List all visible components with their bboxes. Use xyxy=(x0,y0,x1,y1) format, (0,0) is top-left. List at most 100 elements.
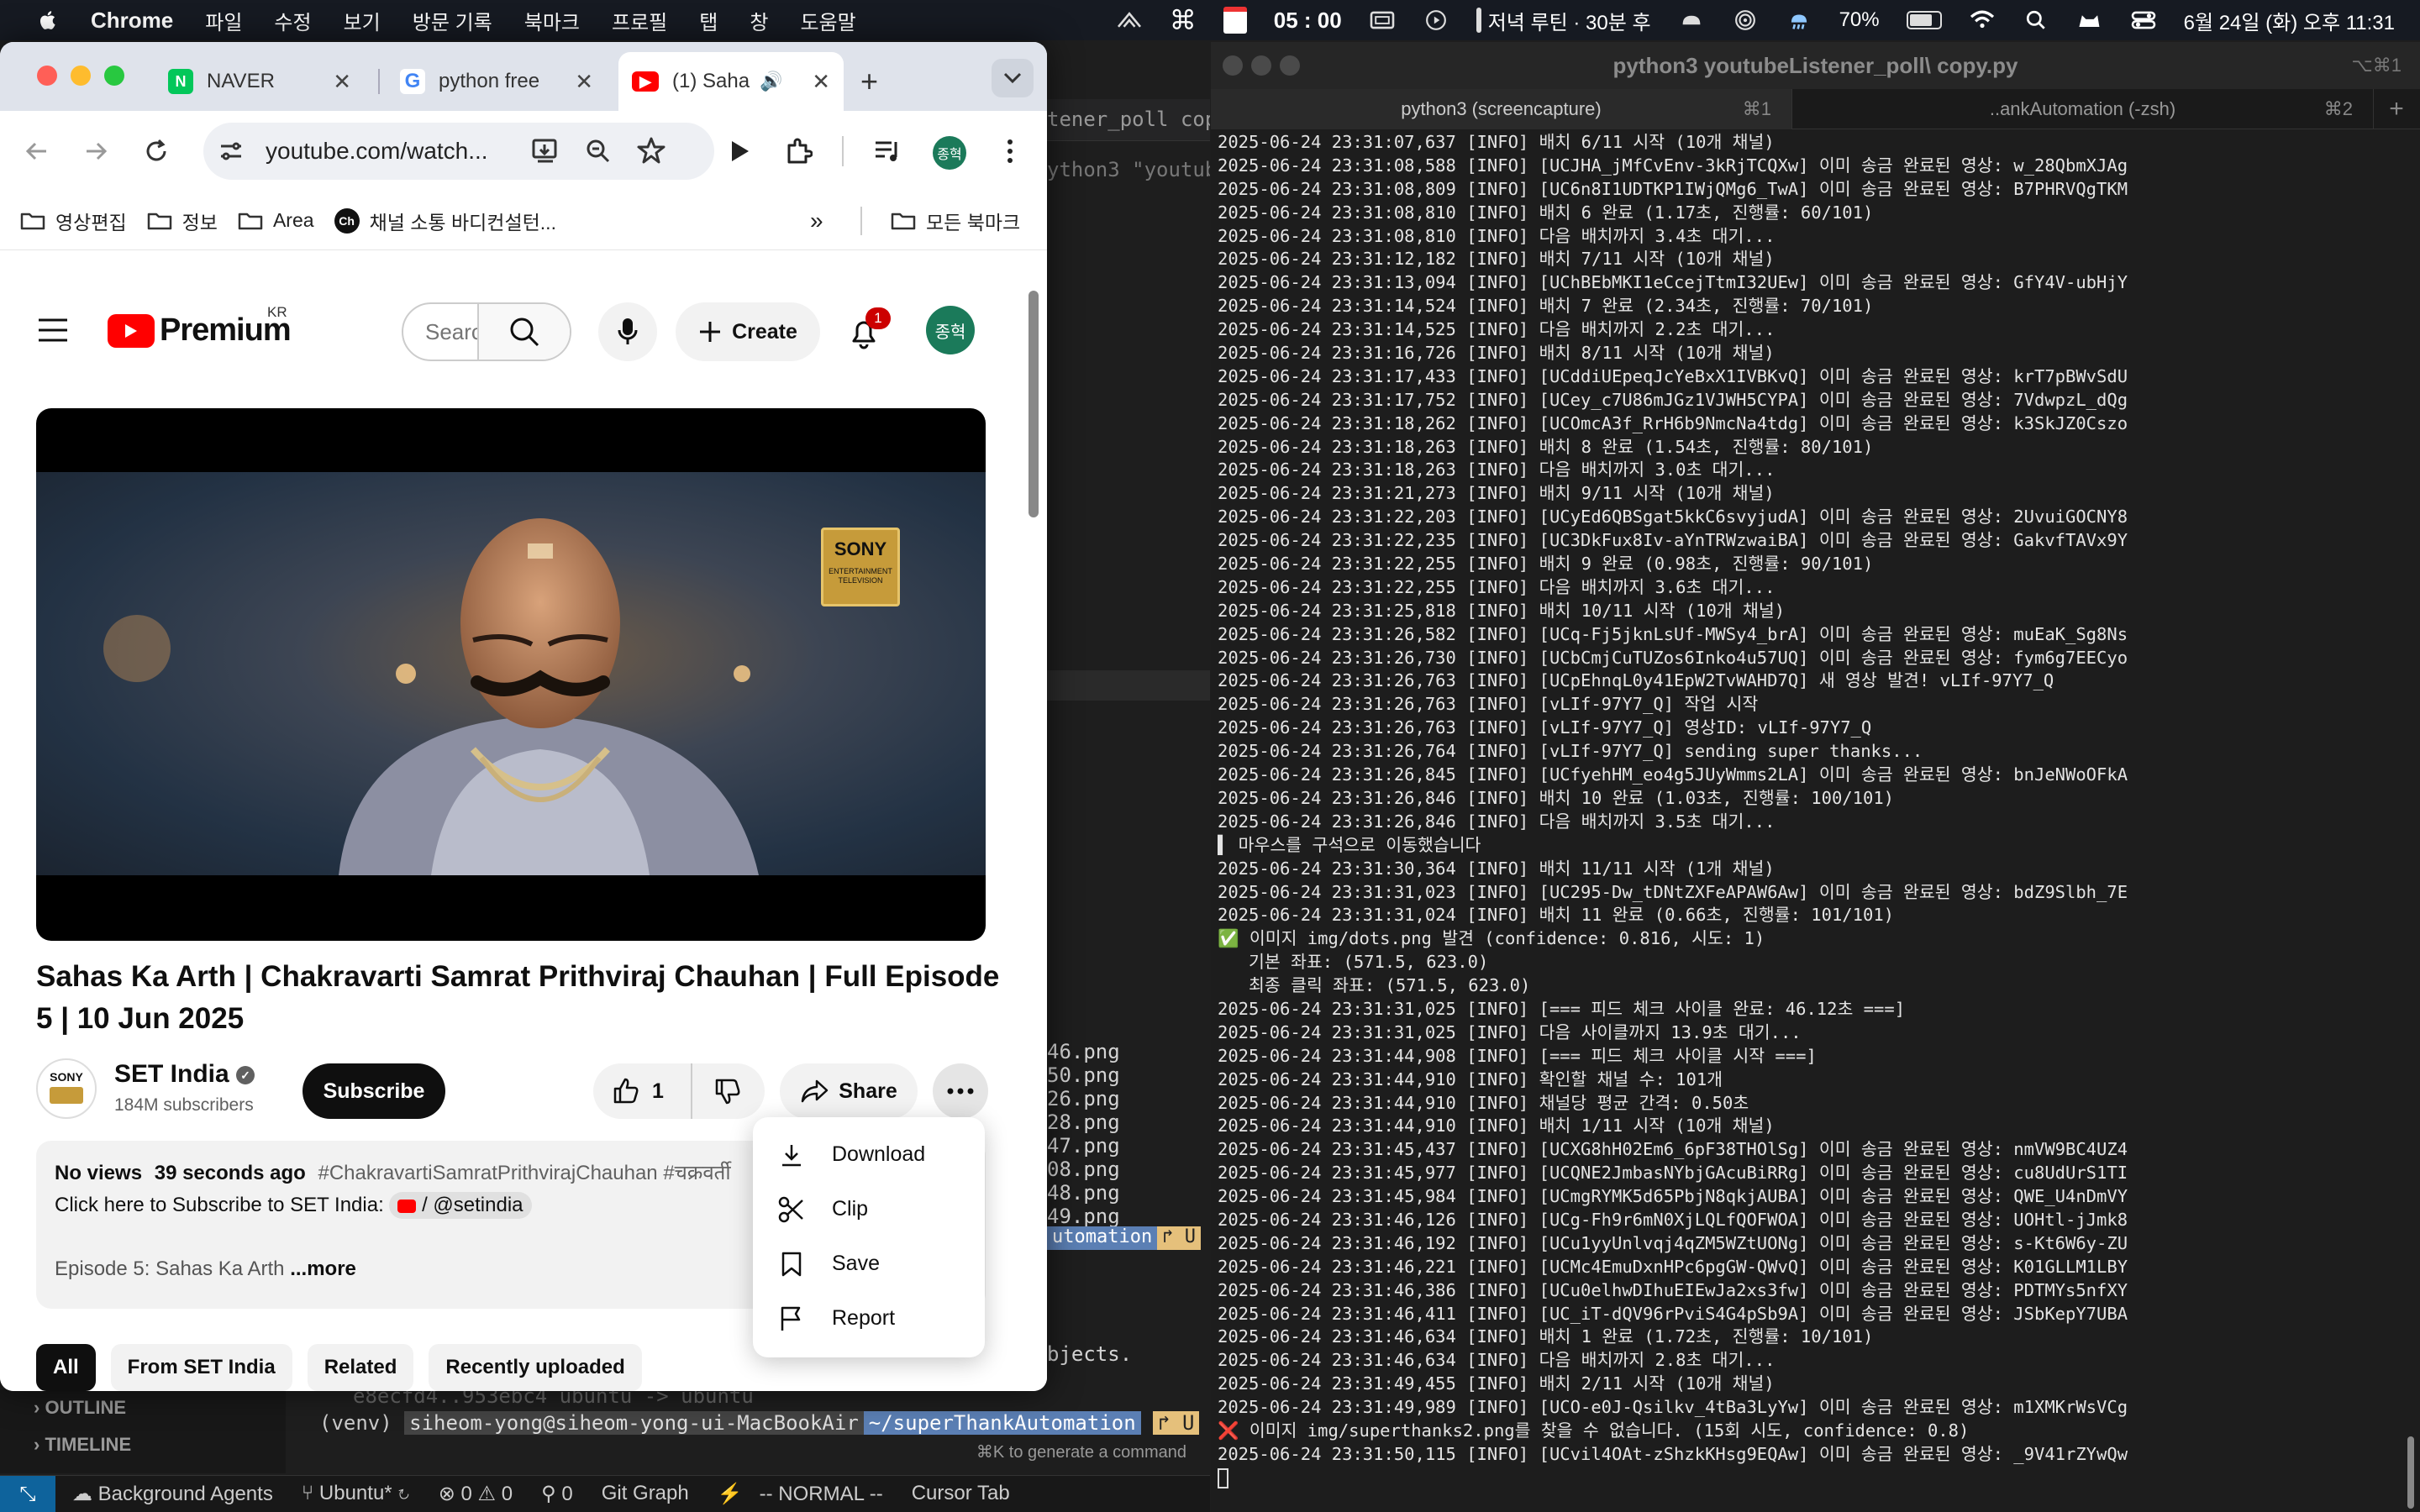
close-tab-icon[interactable]: ✕ xyxy=(333,69,351,95)
video-frame[interactable]: SONY ENTERTAINMENT TELEVISION xyxy=(36,472,986,875)
media-play-button[interactable] xyxy=(719,131,760,171)
vscode-terminal[interactable]: e8ecfd4..953ebc4 ubuntu -> ubuntu (venv)… xyxy=(286,1384,1210,1468)
control-center-icon[interactable] xyxy=(2130,9,2157,31)
app-name[interactable]: Chrome xyxy=(91,8,173,34)
problems-item[interactable]: ⊗ 0 ⚠ 0 xyxy=(439,1482,513,1506)
editor-tab-fragment[interactable]: tener_poll copy.p xyxy=(1047,99,1210,141)
chip-all[interactable]: All xyxy=(36,1344,96,1391)
hashtags[interactable]: #ChakravartiSamratPrithvirajChauhan #चक्… xyxy=(318,1162,730,1184)
new-tab-button[interactable]: + xyxy=(860,64,878,99)
minimize-window-button[interactable] xyxy=(1251,55,1271,76)
tab-youtube[interactable]: ▶ (1) Saha 🔊 ✕ xyxy=(618,52,844,111)
forward-button[interactable] xyxy=(76,131,116,171)
cursor-tab-item[interactable]: Cursor Tab xyxy=(912,1482,1010,1506)
menu-window[interactable]: 창 xyxy=(750,6,768,35)
menu-profile[interactable]: 프로필 xyxy=(612,6,667,35)
battery-icon[interactable] xyxy=(1906,11,1942,29)
close-window-button[interactable] xyxy=(37,66,57,86)
airdrop-icon[interactable] xyxy=(1732,9,1759,31)
media-controls-button[interactable] xyxy=(867,131,908,171)
menu-help[interactable]: 도움말 xyxy=(800,6,855,35)
menu-item-save[interactable]: Save xyxy=(753,1236,985,1291)
menu-item-download[interactable]: Download xyxy=(753,1127,985,1182)
wifi-icon[interactable] xyxy=(1969,9,1996,31)
bookmark-channel-consult[interactable]: Ch 채널 소통 바디컨설턴... xyxy=(334,207,556,235)
terminal-scrollbar[interactable] xyxy=(2407,1436,2414,1509)
apple-icon[interactable] xyxy=(32,8,66,33)
menu-file[interactable]: 파일 xyxy=(205,6,242,35)
reload-button[interactable] xyxy=(136,131,176,171)
audio-playing-icon[interactable]: 🔊 xyxy=(760,71,782,92)
menu-item-report[interactable]: Report xyxy=(753,1291,985,1346)
terminal-cursor-line[interactable] xyxy=(1218,1467,2402,1490)
more-actions-button[interactable] xyxy=(933,1063,988,1119)
tab-google[interactable]: G python free ✕ xyxy=(387,52,607,111)
chip-from-channel[interactable]: From SET India xyxy=(110,1344,292,1391)
back-button[interactable] xyxy=(17,131,57,171)
vim-mode-item[interactable]: ⚡ -- NORMAL -- xyxy=(718,1482,883,1506)
chip-recently-uploaded[interactable]: Recently uploaded xyxy=(429,1344,642,1391)
cat-icon[interactable] xyxy=(2076,9,2103,31)
menu-view[interactable]: 보기 xyxy=(344,6,381,35)
menu-history[interactable]: 방문 기록 xyxy=(413,6,492,35)
youtube-logo[interactable] xyxy=(108,314,155,348)
minimize-window-button[interactable] xyxy=(71,66,91,86)
outline-panel[interactable]: › OUTLINE xyxy=(0,1389,286,1426)
remote-indicator[interactable]: ⤡ xyxy=(0,1475,55,1512)
background-agents-item[interactable]: ☁ Background Agents xyxy=(72,1482,273,1506)
cloud-rain-icon[interactable] xyxy=(1786,9,1812,31)
ports-item[interactable]: ⚲ 0 xyxy=(541,1482,573,1506)
zoom-window-button[interactable] xyxy=(1280,55,1300,76)
clock[interactable]: 6월 24일 (화) 오후 11:31 xyxy=(2184,6,2395,35)
git-branch-item[interactable]: ⑂ Ubuntu* ↻ xyxy=(302,1482,410,1506)
url-text[interactable]: youtube.com/watch... xyxy=(266,138,488,165)
channel-name[interactable]: SET India ✓ xyxy=(114,1060,255,1089)
reminder-text[interactable]: 저녁 루틴 · 30분 후 xyxy=(1476,6,1651,35)
iterm-titlebar[interactable]: python3 youtubeListener_poll\ copy.py ⌥⌘… xyxy=(1211,42,2420,89)
calendar-icon[interactable] xyxy=(1223,7,1247,34)
channel-handle-link[interactable]: / @setindia xyxy=(389,1192,532,1219)
hamburger-menu-icon[interactable] xyxy=(37,318,69,343)
iterm-tab-zsh[interactable]: ..ankAutomation (-zsh) ⌘2 xyxy=(1792,89,2374,129)
profile-avatar[interactable]: 종혁 xyxy=(933,136,966,170)
page-scrollbar[interactable] xyxy=(1028,291,1039,517)
tab-search-button[interactable] xyxy=(992,59,1034,97)
tab-naver[interactable]: N NAVER ✕ xyxy=(155,52,365,111)
menu-edit[interactable]: 수정 xyxy=(274,6,311,35)
close-tab-icon[interactable]: ✕ xyxy=(812,69,830,95)
channel-avatar[interactable]: SONY xyxy=(36,1058,97,1119)
bookmark-folder-area[interactable]: Area xyxy=(238,209,314,232)
site-info-icon[interactable] xyxy=(218,139,244,163)
search-input[interactable] xyxy=(403,304,477,360)
zoom-window-button[interactable] xyxy=(104,66,124,86)
window-icon[interactable] xyxy=(1369,9,1396,31)
zoom-icon[interactable] xyxy=(585,138,612,165)
share-button[interactable]: Share xyxy=(780,1063,918,1119)
chip-related[interactable]: Related xyxy=(307,1344,414,1391)
more-bookmarks-icon[interactable]: » xyxy=(810,207,823,234)
voice-search-button[interactable] xyxy=(598,302,657,361)
install-app-icon[interactable] xyxy=(531,138,560,165)
command-key-icon[interactable]: ⌘ xyxy=(1170,4,1197,36)
account-avatar[interactable]: 종혁 xyxy=(926,306,975,354)
weather-icon[interactable] xyxy=(1678,9,1705,31)
timer[interactable]: 05 : 00 xyxy=(1274,8,1342,34)
network-icon[interactable] xyxy=(1116,9,1143,31)
menu-bookmarks[interactable]: 북마크 xyxy=(524,6,580,35)
all-bookmarks-folder[interactable]: 모든 북마크 xyxy=(891,207,1020,235)
search-box[interactable] xyxy=(402,302,571,361)
menu-tab[interactable]: 탭 xyxy=(699,6,718,35)
address-bar[interactable]: youtube.com/watch... xyxy=(203,123,714,180)
new-tab-button[interactable]: + xyxy=(2374,89,2419,129)
play-circle-icon[interactable] xyxy=(1423,9,1449,31)
spotlight-search-icon[interactable] xyxy=(2023,9,2049,31)
close-window-button[interactable] xyxy=(1223,55,1243,76)
video-player[interactable]: SONY ENTERTAINMENT TELEVISION xyxy=(36,408,986,941)
chrome-menu-button[interactable] xyxy=(990,131,1030,171)
bookmark-folder-info[interactable]: 정보 xyxy=(147,207,218,235)
iterm-tab-python[interactable]: python3 (screencapture) ⌘1 xyxy=(1211,89,1792,129)
create-button[interactable]: Create xyxy=(676,302,820,361)
like-button[interactable]: 1 xyxy=(593,1063,692,1119)
close-tab-icon[interactable]: ✕ xyxy=(575,69,593,95)
terminal-output[interactable]: 2025-06-24 23:31:07,637 [INFO] 배치 6/11 시… xyxy=(1218,131,2402,1509)
